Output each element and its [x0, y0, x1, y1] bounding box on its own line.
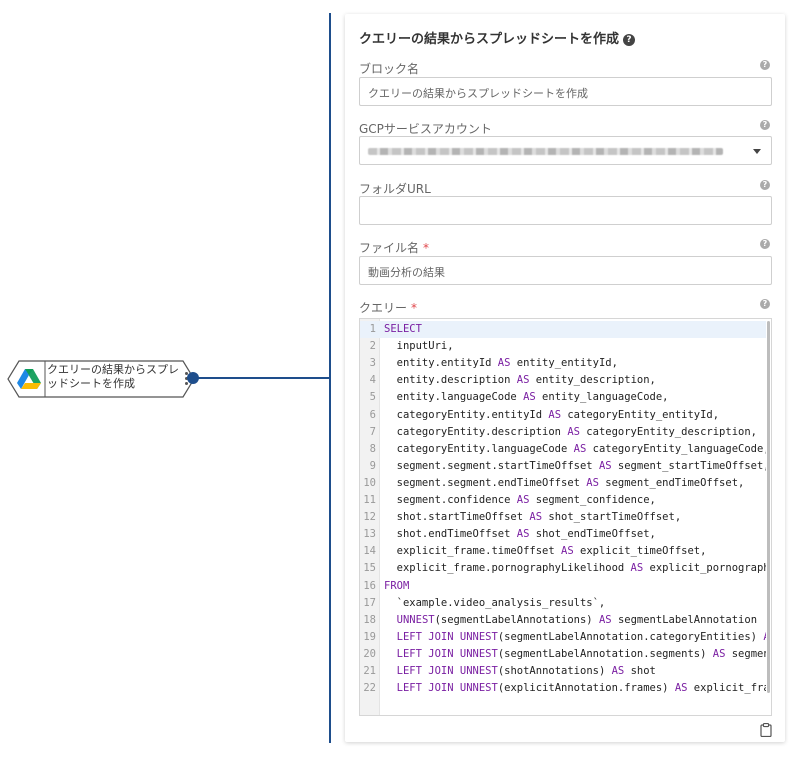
code-text: SELECT [384, 323, 422, 335]
code-text: categoryEntity.entityId AS categoryEntit… [384, 408, 720, 421]
folder-url-input[interactable] [359, 196, 772, 225]
line-number: 21 [363, 665, 376, 677]
code-text: categoryEntity.languageCode AS categoryE… [384, 442, 766, 455]
code-line[interactable]: 22 LEFT JOIN UNNEST(explicitAnnotation.f… [360, 680, 766, 697]
line-number: 9 [369, 459, 376, 472]
code-text: FROM [384, 579, 410, 592]
line-number: 17 [363, 596, 376, 609]
code-text: entity.languageCode AS entity_languageCo… [384, 391, 669, 404]
code-text: explicit_frame.timeOffset AS explicit_ti… [384, 545, 707, 558]
gcp-account-select[interactable] [359, 136, 772, 165]
block-name-label: ブロック名 [359, 62, 420, 76]
code-text: segment.confidence AS segment_confidence… [384, 494, 656, 506]
gcp-account-help-icon[interactable]: ? [760, 120, 770, 130]
line-number: 19 [363, 630, 376, 643]
code-line[interactable]: 11 segment.confidence AS segment_confide… [360, 492, 766, 509]
code-line[interactable]: 18 UNNEST(segmentLabelAnnotations) AS se… [360, 612, 766, 629]
code-text: LEFT JOIN UNNEST(segmentLabelAnnotation.… [396, 630, 766, 643]
file-name-label-text: ファイル名 [359, 241, 420, 255]
code-line[interactable]: 3 entity.entityId AS entity_entityId, [360, 355, 766, 372]
line-number: 22 [363, 682, 376, 695]
editor-scrollbar[interactable] [767, 321, 770, 693]
code-text: shot.startTimeOffset AS shot_startTimeOf… [384, 511, 682, 524]
clipboard-icon[interactable] [760, 723, 772, 737]
code-line[interactable]: 1 SELECT [360, 321, 766, 339]
code-text: LEFT JOIN UNNEST(shotAnnotations) AS sho… [396, 665, 656, 677]
query-code-editor[interactable]: 1 SELECT 2 inputUri, 3 entity.entityId AS e… [359, 318, 772, 716]
code-line[interactable]: 17 `example.video_analysis_results`, [360, 595, 766, 612]
line-number: 2 [369, 340, 376, 353]
code-line[interactable]: 15 explicit_frame.pornographyLikelihood … [360, 560, 766, 577]
code-text: explicit_frame.pornographyLikelihood AS … [384, 562, 766, 575]
line-number: 5 [369, 391, 376, 404]
line-number: 10 [363, 476, 376, 489]
file-name-label: ファイル名 * [359, 239, 429, 256]
block-name-help-icon[interactable]: ? [760, 60, 770, 70]
help-icon[interactable]: ? [623, 34, 636, 46]
code-line[interactable]: 4 entity.description AS entity_descripti… [360, 372, 766, 389]
query-help-icon[interactable]: ? [760, 299, 770, 309]
code-text: LEFT JOIN UNNEST(explicitAnnotation.fram… [396, 682, 766, 695]
code-line[interactable]: 5 entity.languageCode AS entity_language… [360, 389, 766, 406]
code-text: segment.segment.endTimeOffset AS segment… [384, 476, 745, 489]
code-text: segment.segment.startTimeOffset AS segme… [384, 459, 766, 472]
chevron-down-icon[interactable] [753, 149, 761, 154]
properties-panel: クエリーの結果からスプレッドシートを作成? ブロック名 ? クエリーの結果からス… [345, 14, 785, 742]
line-number: 18 [363, 613, 376, 626]
code-text: inputUri, [384, 340, 454, 353]
line-number: 14 [363, 545, 376, 558]
code-line[interactable]: 19 LEFT JOIN UNNEST(segmentLabelAnnotati… [360, 629, 766, 646]
line-number: 13 [363, 528, 376, 541]
line-number: 7 [369, 425, 376, 438]
required-marker: * [423, 241, 430, 255]
panel-title: クエリーの結果からスプレッドシートを作成? [359, 28, 636, 47]
code-line[interactable]: 21 LEFT JOIN UNNEST(shotAnnotations) AS … [360, 663, 766, 680]
code-line[interactable]: 20 LEFT JOIN UNNEST(segmentLabelAnnotati… [360, 646, 766, 663]
code-line[interactable]: 8 categoryEntity.languageCode AS categor… [360, 441, 766, 458]
line-number: 6 [369, 408, 376, 421]
folder-url-label: フォルダURL [359, 182, 431, 196]
line-number: 12 [363, 511, 376, 524]
canvas-block-node[interactable]: クエリーの結果からスプレッドシートを作成 [7, 360, 195, 398]
code-line[interactable]: 6 categoryEntity.entityId AS categoryEnt… [360, 407, 766, 424]
folder-url-help-icon[interactable]: ? [760, 180, 770, 190]
code-line[interactable]: 10 segment.segment.endTimeOffset AS segm… [360, 475, 766, 492]
code-line[interactable]: 14 explicit_frame.timeOffset AS explicit… [360, 543, 766, 560]
redacted-account-value [368, 148, 723, 155]
block-label: クエリーの結果からスプレッドシートを作成 [47, 363, 179, 390]
line-number: 11 [363, 494, 376, 506]
code-line[interactable]: 16 FROM [360, 578, 766, 595]
line-number: 16 [363, 579, 376, 592]
code-text: categoryEntity.description AS categoryEn… [384, 425, 757, 438]
gcp-account-label: GCPサービスアカウント [359, 122, 492, 136]
code-text: entity.description AS entity_description… [384, 374, 656, 387]
connector-line [195, 377, 331, 379]
query-label: クエリー * [359, 299, 417, 316]
code-line[interactable]: 13 shot.endTimeOffset AS shot_endTimeOff… [360, 526, 766, 543]
line-number: 4 [369, 374, 376, 387]
line-number: 3 [369, 357, 376, 370]
code-line[interactable]: 9 segment.segment.startTimeOffset AS seg… [360, 458, 766, 475]
query-label-text: クエリー [359, 301, 408, 315]
code-text: shot.endTimeOffset AS shot_endTimeOffset… [384, 528, 656, 541]
line-number: 8 [369, 442, 376, 455]
code-line[interactable]: 2 inputUri, [360, 338, 766, 355]
code-line[interactable]: 7 categoryEntity.description AS category… [360, 424, 766, 441]
panel-title-text: クエリーの結果からスプレッドシートを作成 [359, 32, 620, 47]
line-number: 15 [363, 562, 376, 575]
file-name-input[interactable]: 動画分析の結果 [359, 256, 772, 285]
file-name-help-icon[interactable]: ? [760, 239, 770, 249]
code-text: UNNEST(segmentLabelAnnotations) AS segme… [396, 613, 758, 626]
code-text: LEFT JOIN UNNEST(segmentLabelAnnotation.… [396, 647, 766, 660]
line-number: 20 [363, 647, 376, 660]
block-name-input[interactable]: クエリーの結果からスプレッドシートを作成 [359, 77, 772, 106]
panel-connector-line [329, 13, 331, 743]
code-line[interactable]: 12 shot.startTimeOffset AS shot_startTim… [360, 509, 766, 526]
code-text: entity.entityId AS entity_entityId, [384, 357, 618, 370]
code-text: `example.video_analysis_results`, [384, 596, 606, 609]
line-number: 1 [369, 323, 376, 335]
google-drive-icon [17, 369, 41, 389]
required-marker: * [411, 301, 418, 315]
